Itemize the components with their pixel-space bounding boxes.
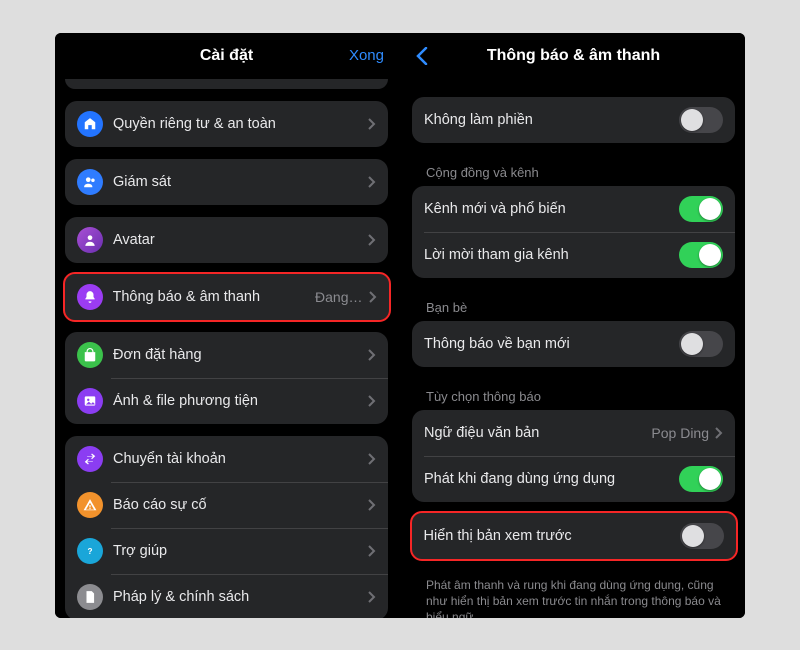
row-privacy[interactable]: Quyền riêng tư & an toàn (65, 101, 388, 147)
row-channel-invite[interactable]: Lời mời tham gia kênh (412, 232, 735, 278)
row-label: Không làm phiền (424, 112, 671, 128)
page-title: Thông báo & âm thanh (487, 47, 660, 65)
left-navbar: Cài đặt Xong (55, 33, 398, 79)
partial-group (65, 79, 388, 89)
row-legal[interactable]: Pháp lý & chính sách (65, 574, 388, 618)
orders-media-group: Đơn đặt hàng Ảnh & file phương tiện (65, 332, 388, 424)
warning-icon (77, 492, 103, 518)
chevron-right-icon (368, 499, 376, 511)
privacy-group: Quyền riêng tư & an toàn (65, 101, 388, 147)
show-preview-highlighted: Hiển thị bản xem trước (410, 511, 738, 561)
toggle-channel-invite[interactable] (679, 242, 723, 268)
shield-home-icon (77, 111, 103, 137)
right-content: Không làm phiền Cộng đồng và kênh Kênh m… (402, 79, 745, 618)
profile-group: Avatar (65, 217, 388, 263)
row-label: Quyền riêng tư & an toàn (113, 116, 362, 132)
row-channel-new[interactable]: Kênh mới và phổ biến (412, 186, 735, 232)
dnd-group: Không làm phiền (412, 97, 735, 143)
chevron-right-icon (715, 427, 723, 439)
row-media[interactable]: Ảnh & file phương tiện (65, 378, 388, 424)
avatar-icon (77, 227, 103, 253)
supervision-group: Giám sát (65, 159, 388, 205)
row-value: Đang… (315, 289, 362, 305)
row-label: Hiển thị bản xem trước (424, 528, 672, 544)
svg-text:?: ? (88, 546, 93, 555)
chevron-right-icon (368, 349, 376, 361)
row-label: Pháp lý & chính sách (113, 589, 362, 605)
row-orders[interactable]: Đơn đặt hàng (65, 332, 388, 378)
toggle-show-preview[interactable] (680, 523, 724, 549)
row-value: Pop Ding (651, 425, 709, 441)
options-group: Ngữ điệu văn bản Pop Ding Phát khi đang … (412, 410, 735, 502)
row-label: Lời mời tham gia kênh (424, 247, 671, 263)
row-dnd[interactable]: Không làm phiền (412, 97, 735, 143)
chevron-right-icon (368, 176, 376, 188)
document-icon (77, 584, 103, 610)
row-text-tone[interactable]: Ngữ điệu văn bản Pop Ding (412, 410, 735, 456)
chevron-right-icon (369, 291, 377, 303)
left-screen: Cài đặt Xong Quyền riêng tư & an toàn (55, 33, 398, 618)
section-options: Tùy chọn thông báo (412, 379, 735, 410)
row-label: Avatar (113, 232, 362, 248)
section-friends: Bạn bè (412, 290, 735, 321)
row-label: Trợ giúp (113, 543, 362, 559)
row-help[interactable]: ? Trợ giúp (65, 528, 388, 574)
row-label: Chuyển tài khoản (113, 451, 362, 467)
row-new-friend[interactable]: Thông báo về bạn mới (412, 321, 735, 367)
left-content: Quyền riêng tư & an toàn Giám sát (55, 79, 398, 618)
section-community: Cộng đồng và kênh (412, 155, 735, 186)
toggle-play-in-app[interactable] (679, 466, 723, 492)
image-icon (77, 388, 103, 414)
switch-icon (77, 446, 103, 472)
row-label: Ngữ điệu văn bản (424, 425, 645, 441)
row-play-in-app[interactable]: Phát khi đang dùng ứng dụng (412, 456, 735, 502)
right-navbar: Thông báo & âm thanh (402, 33, 745, 79)
row-label: Báo cáo sự cố (113, 497, 362, 513)
row-label: Giám sát (113, 174, 362, 190)
row-label: Đơn đặt hàng (113, 347, 362, 363)
back-button[interactable] (416, 47, 428, 65)
help-icon: ? (77, 538, 103, 564)
chevron-right-icon (368, 453, 376, 465)
footer-note: Phát âm thanh và rung khi đang dùng ứng … (412, 571, 735, 618)
toggle-new-friend[interactable] (679, 331, 723, 357)
chevron-right-icon (368, 395, 376, 407)
people-icon (77, 169, 103, 195)
row-notifications[interactable]: Thông báo & âm thanh Đang… (65, 274, 389, 320)
right-screen: Thông báo & âm thanh Không làm phiền Cộn… (402, 33, 745, 618)
row-show-preview[interactable]: Hiển thị bản xem trước (412, 513, 736, 559)
bag-icon (77, 342, 103, 368)
row-label: Phát khi đang dùng ứng dụng (424, 471, 671, 487)
chevron-right-icon (368, 545, 376, 557)
community-group: Kênh mới và phổ biến Lời mời tham gia kê… (412, 186, 735, 278)
bell-icon (77, 284, 103, 310)
row-report[interactable]: Báo cáo sự cố (65, 482, 388, 528)
account-group: Chuyển tài khoản Báo cáo sự cố ? Trợ giú… (65, 436, 388, 618)
chevron-right-icon (368, 118, 376, 130)
row-avatar[interactable]: Avatar (65, 217, 388, 263)
toggle-dnd[interactable] (679, 107, 723, 133)
done-button[interactable]: Xong (349, 47, 384, 64)
row-label: Kênh mới và phổ biến (424, 201, 671, 217)
row-label: Thông báo về bạn mới (424, 336, 671, 352)
chevron-right-icon (368, 591, 376, 603)
toggle-channel-new[interactable] (679, 196, 723, 222)
row-label: Thông báo & âm thanh (113, 289, 310, 305)
screenshot-frame: Cài đặt Xong Quyền riêng tư & an toàn (55, 33, 745, 618)
row-supervision[interactable]: Giám sát (65, 159, 388, 205)
chevron-right-icon (368, 234, 376, 246)
notifications-row-highlighted: Thông báo & âm thanh Đang… (63, 272, 391, 322)
page-title: Cài đặt (200, 47, 253, 65)
row-switch-account[interactable]: Chuyển tài khoản (65, 436, 388, 482)
friends-group: Thông báo về bạn mới (412, 321, 735, 367)
row-label: Ảnh & file phương tiện (113, 393, 362, 409)
